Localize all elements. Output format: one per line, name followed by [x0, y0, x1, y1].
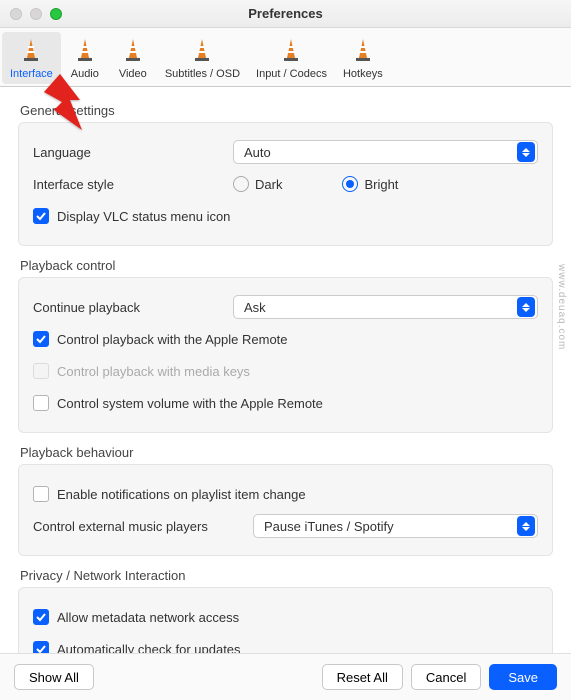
general-panel: Language Auto Interface style Dark [18, 122, 553, 246]
checkbox-indicator [33, 363, 49, 379]
checkbox-auto-update[interactable]: Automatically check for updates [33, 641, 241, 653]
titlebar: Preferences [0, 0, 571, 28]
checkbox-control-media-keys: Control playback with media keys [33, 363, 250, 379]
tab-video[interactable]: Video [109, 32, 157, 84]
external-players-label: Control external music players [33, 519, 253, 534]
radio-indicator [233, 176, 249, 192]
checkbox-label: Control system volume with the Apple Rem… [57, 396, 323, 411]
language-label: Language [33, 145, 233, 160]
checkbox-label: Control playback with the Apple Remote [57, 332, 288, 347]
cone-icon [117, 34, 149, 66]
tab-interface[interactable]: Interface [2, 32, 61, 84]
tab-label: Input / Codecs [256, 68, 327, 80]
cancel-button[interactable]: Cancel [411, 664, 481, 690]
preferences-toolbar: Interface Audio Video Subtitles / OSD In… [0, 28, 571, 87]
cone-icon [186, 34, 218, 66]
continue-playback-value: Ask [244, 300, 266, 315]
tab-hotkeys[interactable]: Hotkeys [335, 32, 391, 84]
checkbox-control-system-volume[interactable]: Control system volume with the Apple Rem… [33, 395, 323, 411]
external-players-select[interactable]: Pause iTunes / Spotify [253, 514, 538, 538]
cone-icon [15, 34, 47, 66]
checkbox-label: Control playback with media keys [57, 364, 250, 379]
playback-behaviour-panel: Enable notifications on playlist item ch… [18, 464, 553, 556]
continue-playback-label: Continue playback [33, 300, 233, 315]
radio-dark[interactable]: Dark [233, 176, 282, 192]
cone-icon [275, 34, 307, 66]
section-title-general: General settings [20, 103, 553, 118]
chevron-updown-icon [517, 516, 535, 536]
external-players-value: Pause iTunes / Spotify [264, 519, 394, 534]
section-title-playback-behaviour: Playback behaviour [20, 445, 553, 460]
section-title-playback-control: Playback control [20, 258, 553, 273]
chevron-updown-icon [517, 297, 535, 317]
radio-bright[interactable]: Bright [342, 176, 398, 192]
language-select[interactable]: Auto [233, 140, 538, 164]
tab-subtitles[interactable]: Subtitles / OSD [157, 32, 248, 84]
content-area[interactable]: General settings Language Auto Interface… [0, 87, 571, 653]
radio-label: Bright [364, 177, 398, 192]
checkbox-enable-notifications[interactable]: Enable notifications on playlist item ch… [33, 486, 306, 502]
reset-all-button[interactable]: Reset All [322, 664, 403, 690]
preferences-window: Preferences Interface Audio Video Subtit… [0, 0, 571, 700]
checkbox-allow-metadata[interactable]: Allow metadata network access [33, 609, 239, 625]
checkbox-indicator [33, 208, 49, 224]
privacy-panel: Allow metadata network access Automatica… [18, 587, 553, 653]
checkbox-indicator [33, 331, 49, 347]
checkbox-display-status-icon[interactable]: Display VLC status menu icon [33, 208, 230, 224]
radio-label: Dark [255, 177, 282, 192]
checkbox-indicator [33, 395, 49, 411]
tab-input-codecs[interactable]: Input / Codecs [248, 32, 335, 84]
window-title: Preferences [0, 6, 571, 21]
interface-style-label: Interface style [33, 177, 233, 192]
checkbox-indicator [33, 641, 49, 653]
radio-indicator [342, 176, 358, 192]
language-value: Auto [244, 145, 271, 160]
tab-audio[interactable]: Audio [61, 32, 109, 84]
chevron-updown-icon [517, 142, 535, 162]
checkbox-label: Automatically check for updates [57, 642, 241, 654]
checkbox-label: Display VLC status menu icon [57, 209, 230, 224]
tab-label: Hotkeys [343, 68, 383, 80]
save-button[interactable]: Save [489, 664, 557, 690]
tab-label: Subtitles / OSD [165, 68, 240, 80]
checkbox-label: Allow metadata network access [57, 610, 239, 625]
watermark: www.deuaq.com [556, 264, 567, 350]
show-all-button[interactable]: Show All [14, 664, 94, 690]
cone-icon [347, 34, 379, 66]
tab-label: Audio [71, 68, 99, 80]
checkbox-label: Enable notifications on playlist item ch… [57, 487, 306, 502]
section-title-privacy: Privacy / Network Interaction [20, 568, 553, 583]
footer: Show All Reset All Cancel Save [0, 653, 571, 700]
cone-icon [69, 34, 101, 66]
tab-label: Video [119, 68, 147, 80]
checkbox-indicator [33, 486, 49, 502]
tab-label: Interface [10, 68, 53, 80]
continue-playback-select[interactable]: Ask [233, 295, 538, 319]
checkbox-indicator [33, 609, 49, 625]
playback-control-panel: Continue playback Ask Control playback w… [18, 277, 553, 433]
checkbox-control-apple-remote[interactable]: Control playback with the Apple Remote [33, 331, 288, 347]
